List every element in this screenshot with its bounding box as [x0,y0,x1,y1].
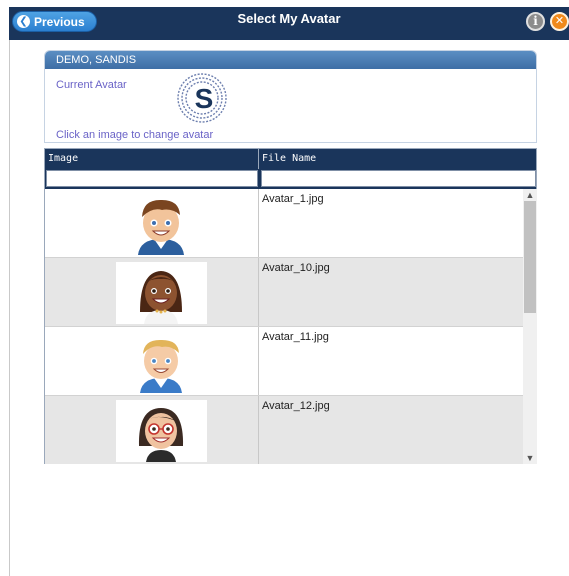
avatar-boy-blond-icon[interactable] [116,331,207,393]
file-name-cell: Avatar_1.jpg [262,193,324,205]
top-bar: ❮ Previous Select My Avatar i ✕ [9,0,569,40]
avatar-girl-dark-skin-icon[interactable] [116,262,207,324]
close-icon[interactable]: ✕ [550,12,569,31]
current-avatar-label: Current Avatar [56,79,127,91]
file-name-cell: Avatar_12.jpg [262,400,330,412]
page-left-border [9,40,10,576]
column-header-image[interactable]: Image [45,149,259,169]
image-filter-input[interactable] [46,170,258,187]
table-row[interactable]: Avatar_1.jpg [45,189,523,258]
column-header-file-name[interactable]: File Name [259,149,536,169]
grid-header: Image File Name [45,149,536,169]
scrollbar-thumb[interactable] [524,201,536,313]
user-avatar-panel: DEMO, SANDIS Current Avatar S Click an i… [44,50,537,143]
current-avatar-image: S [174,71,231,127]
avatar-grid: Image File Name Avatar_1.jpg Avatar_10.j… [44,148,537,464]
table-row[interactable]: Avatar_11.jpg [45,327,523,396]
table-row[interactable]: Avatar_10.jpg [45,258,523,327]
filter-row [45,169,536,189]
scroll-down-arrow-icon[interactable]: ▼ [523,452,537,464]
scroll-up-arrow-icon[interactable]: ▲ [523,189,537,201]
table-row[interactable]: Avatar_12.jpg [45,396,523,464]
svg-text:S: S [195,83,214,114]
info-icon[interactable]: i [526,12,545,31]
avatar-boy-brown-hair-icon[interactable] [116,193,207,255]
file-name-filter-input[interactable] [260,170,536,187]
grid-rows: Avatar_1.jpg Avatar_10.jpg Avatar_11.jpg… [45,189,523,464]
grid-scrollbar[interactable]: ▲ ▼ [523,189,537,464]
change-avatar-hint: Click an image to change avatar [56,129,214,141]
file-name-cell: Avatar_11.jpg [262,331,329,343]
user-name: DEMO, SANDIS [45,51,536,69]
file-name-cell: Avatar_10.jpg [262,262,330,274]
avatar-woman-glasses-icon[interactable] [116,400,207,462]
page-title: Select My Avatar [237,11,341,26]
